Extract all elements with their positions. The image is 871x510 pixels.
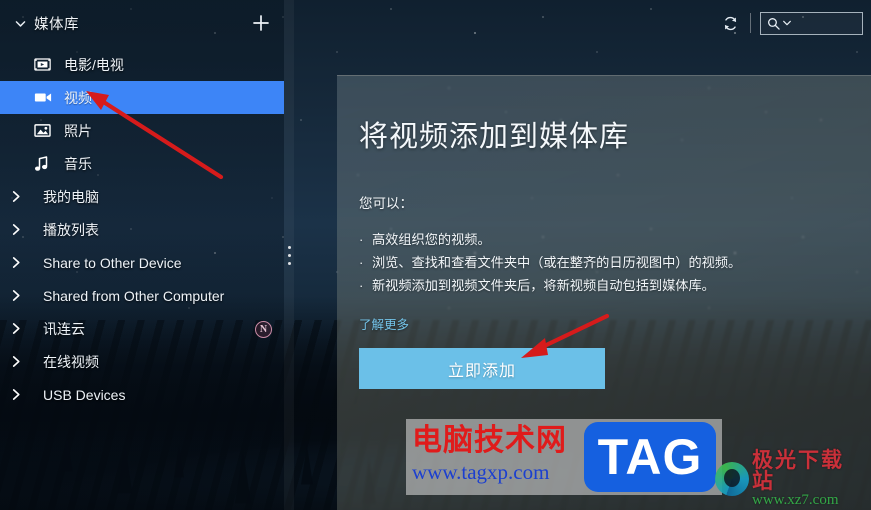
sidebar-item-videos[interactable]: 视频 [0,81,284,114]
panel-subheading: 您可以： [359,196,413,211]
sidebar: 媒体库 电影/电视 视频 照片 音乐 我的电脑 播放列表 Share to Ot… [0,0,284,510]
chevron-right-icon [10,289,34,302]
chevron-right-icon [10,322,34,335]
list-item: · 高效组织您的视频。 [359,228,871,251]
chevron-right-icon [10,355,34,368]
sidebar-item-label: 播放列表 [43,221,99,238]
add-now-button[interactable]: 立即添加 [359,348,605,389]
watermark-title: 极光下载站 [752,448,844,493]
sidebar-item-label: USB Devices [43,386,126,403]
learn-more-link[interactable]: 了解更多 [359,314,409,333]
chevron-right-icon [10,256,34,269]
bullet-marker: · [359,255,364,270]
sidebar-item-label: 讯连云 [43,320,85,337]
sidebar-item-label: 在线视频 [43,353,99,370]
watermark-tagxp: 电脑技术网 www.tagxp.com TAG [406,419,722,495]
splitter-dot [287,261,291,265]
search-input[interactable] [794,17,862,29]
new-feature-badge[interactable]: N [255,321,272,338]
sidebar-item-label: 电影/电视 [64,56,124,73]
swirl-logo-icon [715,462,749,496]
sidebar-item-label: 我的电脑 [43,188,99,205]
video-camera-icon [34,91,58,104]
watermark-title: 电脑技术网 [412,423,567,458]
list-item: · 新视频添加到视频文件夹后，将新视频自动包括到媒体库。 [359,274,871,297]
watermark-url: www.tagxp.com [412,460,550,484]
app-window: 媒体库 电影/电视 视频 照片 音乐 我的电脑 播放列表 Share to Ot… [0,0,871,510]
sidebar-item-cyberlink-cloud[interactable]: 讯连云 [0,312,284,345]
music-note-icon [34,155,58,172]
sidebar-item-music[interactable]: 音乐 [0,147,284,180]
search-box[interactable] [760,11,863,35]
list-item: · 浏览、查找和查看文件夹中（或在整齐的日历视图中）的视频。 [359,251,871,274]
splitter-dot [287,253,291,257]
sidebar-item-label: Shared from Other Computer [43,287,225,304]
sidebar-item-label: 音乐 [64,155,92,172]
bullet-marker: · [359,232,364,247]
panel-heading: 将视频添加到媒体库 [359,121,630,153]
sidebar-item-playlists[interactable]: 播放列表 [0,213,284,246]
sidebar-nav-list: 电影/电视 视频 照片 音乐 我的电脑 播放列表 Share to Other … [0,46,284,411]
panel-splitter-handle[interactable] [284,0,294,510]
list-item-text: 高效组织您的视频。 [372,232,491,247]
bullet-marker: · [359,278,364,293]
benefits-list: · 高效组织您的视频。 · 浏览、查找和查看文件夹中（或在整齐的日历视图中）的视… [359,228,871,297]
search-icon [767,17,780,30]
sidebar-item-usb-devices[interactable]: USB Devices [0,378,284,411]
watermark-url: www.xz7.com [752,492,839,508]
sidebar-item-share-to-other-device[interactable]: Share to Other Device [0,246,284,279]
list-item-text: 浏览、查找和查看文件夹中（或在整齐的日历视图中）的视频。 [372,255,742,270]
photo-icon [34,123,58,138]
plus-icon[interactable] [250,12,272,34]
watermark-jiguang: 极光下载站 www.xz7.com [715,450,865,508]
sidebar-item-shared-from-other-computer[interactable]: Shared from Other Computer [0,279,284,312]
list-item-text: 新视频添加到视频文件夹后，将新视频自动包括到媒体库。 [372,278,715,293]
chevron-right-icon [10,190,34,203]
splitter-dot [287,245,291,249]
sidebar-item-movies-tv[interactable]: 电影/电视 [0,48,284,81]
sidebar-header: 媒体库 [0,0,284,46]
watermark-logo: TAG [584,422,716,492]
sidebar-item-photos[interactable]: 照片 [0,114,284,147]
sidebar-item-my-computer[interactable]: 我的电脑 [0,180,284,213]
page-title: 媒体库 [34,16,79,33]
refresh-icon[interactable] [719,12,741,34]
sidebar-item-label: 照片 [64,122,92,139]
sidebar-item-label: 视频 [64,89,92,106]
sidebar-item-online-video[interactable]: 在线视频 [0,345,284,378]
chevron-right-icon [10,223,34,236]
toolbar-separator [750,13,751,33]
chevron-right-icon [10,388,34,401]
chevron-down-icon[interactable] [782,18,792,28]
sidebar-item-label: Share to Other Device [43,254,182,271]
top-toolbar [719,10,863,36]
chevron-down-icon[interactable] [10,17,30,30]
film-icon [34,57,58,72]
